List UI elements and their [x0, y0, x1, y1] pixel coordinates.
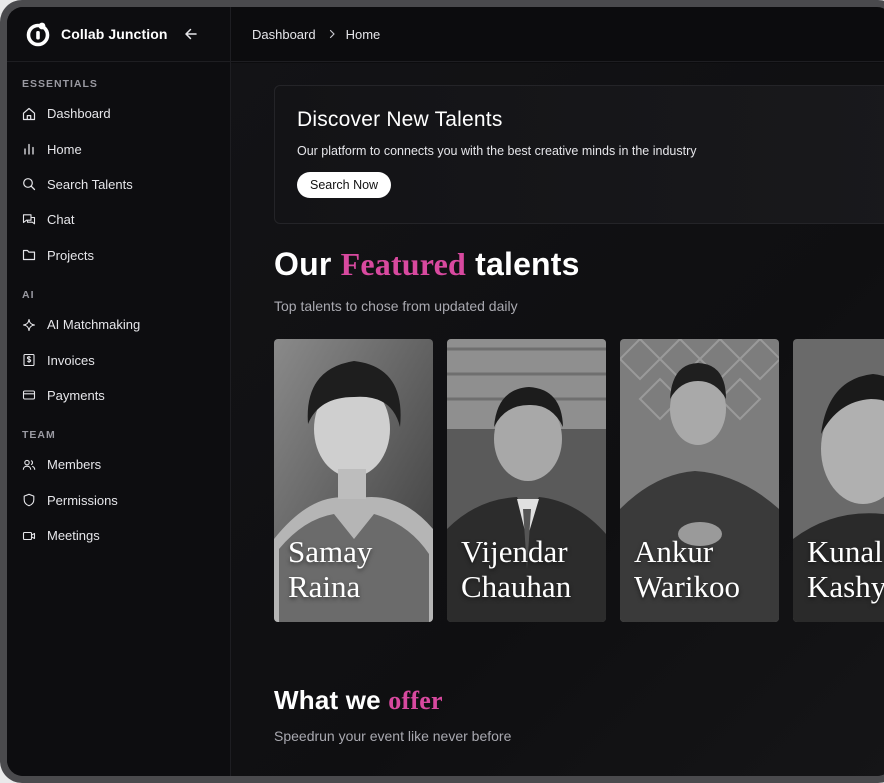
sidebar-item-label: Projects: [47, 247, 94, 263]
sidebar-item-invoices[interactable]: Invoices: [7, 342, 230, 377]
home-icon: [22, 107, 36, 120]
sidebar-item-label: Dashboard: [47, 106, 111, 122]
featured-subtitle: Top talents to chose from updated daily: [274, 298, 518, 314]
offer-title-accent: offer: [388, 686, 443, 715]
bar-chart-icon: [24, 143, 34, 155]
sidebar-item-members[interactable]: Members: [7, 447, 230, 482]
sidebar-item-label: Permissions: [47, 492, 118, 508]
sidebar-item-payments[interactable]: Payments: [7, 378, 230, 413]
discover-banner: Discover New Talents Our platform to con…: [274, 85, 884, 224]
talent-last-name: Chauhan: [461, 569, 572, 604]
offer-title-pre: What we: [274, 685, 389, 715]
talent-first-name: Vijendar: [461, 534, 568, 569]
search-icon: [23, 178, 36, 191]
sidebar-item-chat[interactable]: Chat: [7, 202, 230, 237]
talent-name: Vijendar Chauhan: [461, 534, 571, 604]
featured-title-pre: Our: [274, 246, 341, 282]
shield-icon: [23, 493, 35, 507]
talent-last-name: Kashyap: [807, 569, 884, 604]
sidebar-item-label: Members: [47, 457, 102, 473]
talent-card[interactable]: Vijendar Chauhan: [447, 339, 606, 622]
sidebar-item-label: Home: [47, 141, 82, 157]
sidebar-item-label: Search Talents: [47, 176, 133, 192]
sidebar-item-dashboard[interactable]: Dashboard: [7, 96, 230, 131]
section-label: AI: [22, 288, 35, 301]
talent-name: Ankur Warikoo: [634, 534, 740, 604]
sidebar-item-home[interactable]: Home: [7, 131, 230, 166]
featured-title-post: talents: [466, 246, 580, 282]
sidebar-item-label: AI Matchmaking: [47, 317, 141, 333]
sidebar-item-label: Meetings: [47, 528, 100, 544]
users-icon: [22, 459, 36, 470]
talent-first-name: Samay: [288, 534, 373, 569]
folder-icon: [22, 250, 36, 261]
sidebar-item-permissions[interactable]: Permissions: [7, 483, 230, 518]
sidebar-item-search-talents[interactable]: Search Talents: [7, 167, 230, 202]
section-label: TEAM: [22, 429, 56, 442]
sidebar-item-label: Chat: [47, 212, 75, 228]
video-icon: [22, 531, 36, 540]
sidebar-item-label: Invoices: [47, 352, 95, 368]
sidebar: Collab Junction ESSENTIALS Dashboard Hom…: [7, 7, 231, 776]
talent-name: Samay Raina: [288, 534, 372, 604]
main-content: Discover New Talents Our platform to con…: [231, 63, 884, 776]
sidebar-item-label: Payments: [47, 387, 105, 403]
featured-title: Our Featured talents: [274, 246, 580, 283]
chat-icon: [22, 214, 36, 225]
sidebar-section-ai: AI AI Matchmaking Invoices Payments: [7, 289, 230, 413]
sidebar-item-meetings[interactable]: Meetings: [7, 518, 230, 553]
app-window: Collab Junction ESSENTIALS Dashboard Hom…: [7, 7, 884, 776]
talent-card[interactable]: KunalKashyap: [793, 339, 884, 622]
sidebar-item-ai-matchmaking[interactable]: AI Matchmaking: [7, 307, 230, 342]
offer-subtitle: Speedrun your event like never before: [274, 728, 512, 744]
sidebar-item-projects[interactable]: Projects: [7, 238, 230, 273]
chevron-right-icon: [329, 29, 335, 39]
device-frame: Collab Junction ESSENTIALS Dashboard Hom…: [0, 0, 884, 783]
sparkle-icon: [22, 318, 36, 331]
featured-title-accent: Featured: [340, 246, 467, 282]
talent-card[interactable]: Samay Raina: [274, 339, 433, 622]
talent-cards: Samay Raina Vijendar Chauhan Ankur Warik…: [274, 339, 884, 622]
sidebar-section-team: TEAM Members Permissions Meetings: [7, 429, 230, 553]
breadcrumb-current: Home: [345, 26, 381, 42]
collapse-arrow-icon[interactable]: [183, 26, 199, 42]
brand-name: Collab Junction: [61, 26, 168, 42]
logo-icon: [26, 22, 50, 47]
talent-first-name: Kunal: [807, 534, 883, 569]
brand-header: Collab Junction: [7, 7, 230, 62]
talent-first-name: Ankur: [634, 534, 714, 569]
sidebar-section-essentials: ESSENTIALS Dashboard Home Search Talents…: [7, 78, 230, 273]
banner-title: Discover New Talents: [297, 108, 503, 131]
breadcrumb-parent[interactable]: Dashboard: [252, 27, 316, 42]
offer-title: What we offer: [274, 685, 443, 716]
invoice-icon: [23, 353, 35, 367]
section-label: ESSENTIALS: [22, 78, 98, 90]
breadcrumb: Dashboard Home: [231, 7, 884, 62]
talent-card[interactable]: Ankur Warikoo: [620, 339, 779, 622]
banner-subtitle: Our platform to connects you with the be…: [297, 144, 697, 158]
card-icon: [22, 390, 36, 400]
search-now-button[interactable]: Search Now: [297, 172, 392, 198]
talent-name: KunalKashyap: [807, 534, 884, 604]
talent-last-name: Warikoo: [634, 569, 740, 604]
talent-last-name: Raina: [288, 569, 361, 604]
